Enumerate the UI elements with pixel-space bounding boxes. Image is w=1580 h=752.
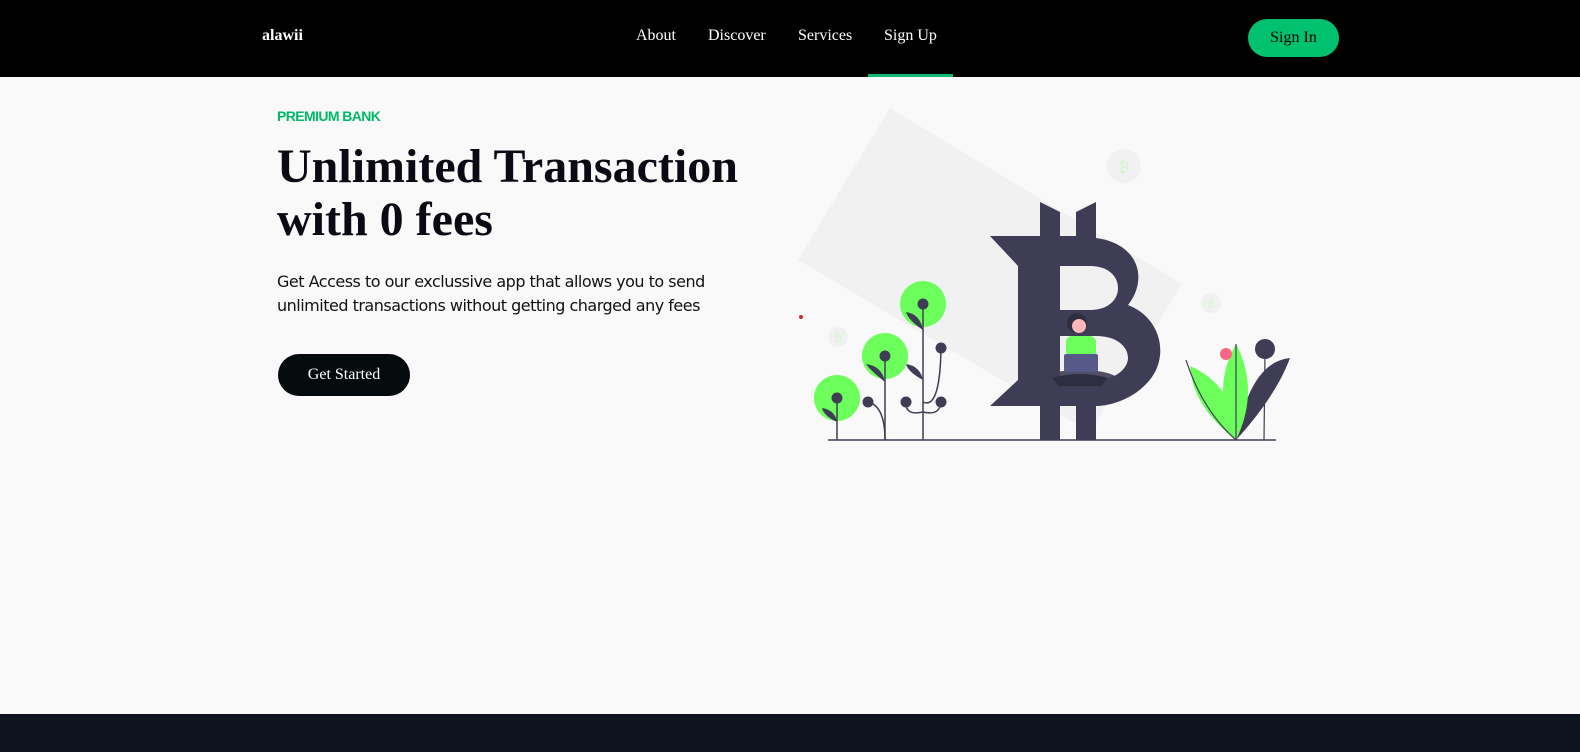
nav-link-about[interactable]: About: [636, 27, 676, 45]
footer-strip: [0, 714, 1580, 752]
headline-line-2: with 0 fees: [277, 193, 493, 246]
svg-text:₿: ₿: [1207, 298, 1214, 310]
floating-coin-left: ₿: [828, 327, 848, 347]
svg-text:₿: ₿: [1119, 160, 1129, 176]
bitcoin-illustration: ₿ ₿ ₿: [798, 108, 1290, 441]
top-navbar: alawii About Discover Services Sign Up S…: [0, 0, 1580, 77]
hero-eyebrow: PREMIUM BANK: [277, 108, 381, 124]
nav-link-discover[interactable]: Discover: [708, 27, 766, 45]
sign-in-button[interactable]: Sign In: [1248, 19, 1339, 57]
right-plant-group: [1185, 339, 1290, 441]
red-dot: [799, 315, 803, 319]
floating-coin-top: ₿: [1107, 149, 1141, 183]
floating-coin-right: ₿: [1201, 293, 1221, 313]
nav-link-sign-up[interactable]: Sign Up: [884, 27, 937, 45]
hero-description: Get Access to our exclussive app that al…: [277, 272, 705, 315]
active-nav-indicator: [868, 74, 953, 77]
get-started-button[interactable]: Get Started: [278, 354, 410, 396]
nav-links: About Discover Services Sign Up: [0, 0, 1580, 77]
hero-headline: Unlimited Transaction with 0 fees: [277, 140, 797, 246]
nav-link-services[interactable]: Services: [798, 27, 852, 45]
headline-line-1: Unlimited Transaction: [277, 140, 738, 193]
svg-text:₿: ₿: [834, 332, 841, 344]
